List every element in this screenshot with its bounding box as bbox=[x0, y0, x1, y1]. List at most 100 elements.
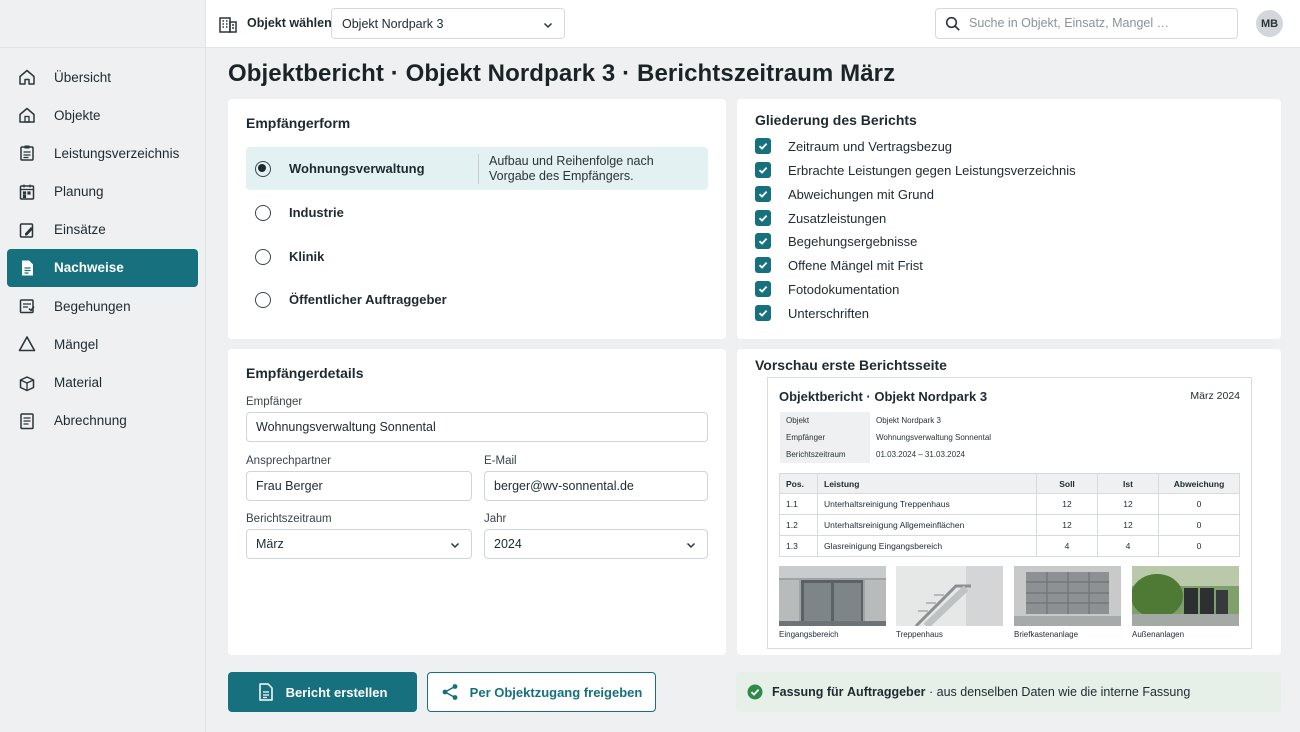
preview-meta-key: Objekt bbox=[780, 412, 870, 429]
object-select-label: Objekt wählen bbox=[247, 16, 332, 30]
photo-tile: Briefkastenanlage bbox=[1014, 566, 1121, 639]
checkbox-checked[interactable] bbox=[755, 162, 771, 178]
checkbox-row[interactable]: Begehungsergebnisse bbox=[755, 231, 917, 251]
radio-label: Industrie bbox=[289, 205, 344, 220]
home-icon bbox=[18, 68, 36, 86]
sidebar-item-objekte[interactable]: Objekte bbox=[7, 96, 198, 134]
preview-meta-value: 01.03.2024 – 31.03.2024 bbox=[876, 450, 965, 459]
table-row: 1.3 Glasreinigung Eingangsbereich 4 4 0 bbox=[779, 535, 1240, 557]
check-circle-icon bbox=[747, 684, 763, 700]
radio-option-klinik[interactable]: Klinik bbox=[246, 235, 708, 278]
share-label: Per Objektzugang freigeben bbox=[469, 684, 643, 700]
sidebar-item-planung[interactable]: Planung bbox=[7, 173, 198, 211]
table-cell: 12 bbox=[1036, 514, 1098, 536]
photo-tile: Außenanlagen bbox=[1132, 566, 1239, 639]
sidebar-item-label: Leistungsverzeichnis bbox=[54, 145, 180, 161]
checkbox-checked[interactable] bbox=[755, 281, 771, 297]
checkbox-checked[interactable] bbox=[755, 233, 771, 249]
table-cell: 4 bbox=[1036, 535, 1098, 557]
table-cell: 12 bbox=[1097, 514, 1159, 536]
table-cell: Glasreinigung Eingangsbereich bbox=[817, 535, 1037, 557]
checkbox-row[interactable]: Erbrachte Leistungen gegen Leistungsverz… bbox=[755, 160, 1076, 180]
preview-meta-row: Objekt Objekt Nordpark 3 bbox=[780, 412, 1240, 429]
wrench-icon bbox=[18, 221, 36, 239]
sidebar-item-label: Begehungen bbox=[54, 298, 131, 314]
create-report-button[interactable]: Bericht erstellen bbox=[228, 672, 417, 712]
sidebar-item-einsaetze[interactable]: Einsätze bbox=[7, 211, 198, 249]
year-select[interactable]: 2024 bbox=[484, 529, 708, 559]
radio-button[interactable] bbox=[255, 204, 271, 221]
sidebar-item-nachweise[interactable]: Nachweise bbox=[7, 248, 198, 287]
sidebar-item-material[interactable]: Material bbox=[7, 364, 198, 402]
chevron-down-icon bbox=[542, 19, 554, 34]
sidebar-nav: Übersicht Objekte Leistungsverzeichnis P… bbox=[0, 48, 205, 440]
chevron-down-icon bbox=[449, 539, 461, 554]
object-select[interactable]: Objekt Nordpark 3 bbox=[331, 8, 565, 39]
preview-table-header: Pos. Leistung Soll Ist Abweichung bbox=[779, 473, 1240, 494]
checkbox-label: Fotodokumentation bbox=[788, 281, 900, 297]
sidebar-item-begehungen[interactable]: Begehungen bbox=[7, 287, 198, 325]
checkbox-row[interactable]: Abweichungen mit Grund bbox=[755, 184, 934, 204]
preview-doc-date: März 2024 bbox=[1190, 390, 1240, 402]
photo-entrance-image bbox=[779, 566, 886, 626]
checkbox-checked[interactable] bbox=[755, 257, 771, 273]
sidebar-item-label: Übersicht bbox=[54, 69, 112, 85]
checkbox-checked[interactable] bbox=[755, 210, 771, 226]
sidebar-item-uebersicht[interactable]: Übersicht bbox=[7, 58, 198, 96]
radio-option-wohnungsverwaltung[interactable]: Wohnungsverwaltung Aufbau und Reihenfolg… bbox=[246, 147, 708, 190]
report-preview[interactable]: Objektbericht · Objekt Nordpark 3 März 2… bbox=[767, 377, 1252, 649]
sidebar: Übersicht Objekte Leistungsverzeichnis P… bbox=[0, 0, 206, 732]
checkbox-label: Begehungsergebnisse bbox=[788, 233, 918, 249]
checkbox-checked[interactable] bbox=[755, 138, 771, 154]
radio-option-industrie[interactable]: Industrie bbox=[246, 191, 708, 234]
preview-meta-key: Empfänger bbox=[780, 429, 870, 446]
photo-tile: Eingangsbereich bbox=[779, 566, 886, 639]
radio-label: Wohnungsverwaltung bbox=[289, 161, 425, 176]
recipient-input[interactable]: Wohnungsverwaltung Sonnental bbox=[246, 412, 708, 442]
search-box[interactable] bbox=[935, 8, 1238, 39]
preview-meta-value: Objekt Nordpark 3 bbox=[876, 416, 941, 425]
sidebar-item-maengel[interactable]: Mängel bbox=[7, 325, 198, 363]
checkbox-row[interactable]: Offene Mängel mit Frist bbox=[755, 255, 923, 275]
status-prefix: Fassung für bbox=[772, 685, 844, 699]
radio-description: Aufbau und Reihenfolge nach Vorgabe des … bbox=[478, 154, 703, 184]
checkbox-row[interactable]: Unterschriften bbox=[755, 303, 869, 323]
share-icon bbox=[441, 683, 459, 701]
email-field[interactable]: berger@wv-sonnental.de bbox=[484, 471, 708, 501]
radio-button[interactable] bbox=[255, 291, 271, 308]
year-label: Jahr bbox=[484, 513, 507, 525]
search-input[interactable] bbox=[969, 16, 1229, 30]
checkbox-label: Zeitraum und Vertragsbezug bbox=[788, 138, 953, 154]
status-bold: Auftraggeber bbox=[847, 685, 926, 699]
avatar[interactable]: MB bbox=[1256, 10, 1283, 37]
period-select[interactable]: März bbox=[246, 529, 472, 559]
sidebar-item-leistungsverzeichnis[interactable]: Leistungsverzeichnis bbox=[7, 134, 198, 172]
checkbox-row[interactable]: Zusatzleistungen bbox=[755, 208, 886, 228]
checkbox-checked[interactable] bbox=[755, 186, 771, 202]
period-label: Berichtszeitraum bbox=[246, 513, 332, 525]
radio-button[interactable] bbox=[255, 248, 271, 265]
checkbox-row[interactable]: Fotodokumentation bbox=[755, 279, 899, 299]
contact-input[interactable]: Frau Berger bbox=[246, 471, 472, 501]
sidebar-item-label: Abrechnung bbox=[54, 413, 127, 429]
table-cell: 1.1 bbox=[779, 493, 818, 515]
calendar-icon bbox=[18, 183, 36, 201]
preview-table: Pos. Leistung Soll Ist Abweichung 1.1 Un… bbox=[779, 473, 1240, 557]
radio-label: Öffentlicher Auftraggeber bbox=[289, 292, 447, 307]
checkbox-row[interactable]: Zeitraum und Vertragsbezug bbox=[755, 136, 952, 156]
table-cell: 0 bbox=[1158, 535, 1240, 557]
warning-icon bbox=[18, 335, 36, 353]
outline-title: Gliederung des Berichts bbox=[755, 112, 917, 128]
radio-button-checked[interactable] bbox=[255, 160, 271, 177]
sidebar-item-abrechnung[interactable]: Abrechnung bbox=[7, 402, 198, 440]
invoice-icon bbox=[18, 412, 36, 430]
table-row: 1.1 Unterhaltsreinigung Treppenhaus 12 1… bbox=[779, 493, 1240, 515]
checkbox-checked[interactable] bbox=[755, 305, 771, 321]
table-header-abweichung: Abweichung bbox=[1158, 473, 1240, 494]
document-icon bbox=[258, 683, 274, 701]
period-select-value: März bbox=[256, 537, 284, 551]
radio-option-oeffentlicher-auftraggeber[interactable]: Öffentlicher Auftraggeber bbox=[246, 278, 708, 321]
table-cell: Unterhaltsreinigung Allgemeinflächen bbox=[817, 514, 1037, 536]
share-button[interactable]: Per Objektzugang freigeben bbox=[427, 672, 656, 712]
map-icon bbox=[18, 297, 36, 315]
